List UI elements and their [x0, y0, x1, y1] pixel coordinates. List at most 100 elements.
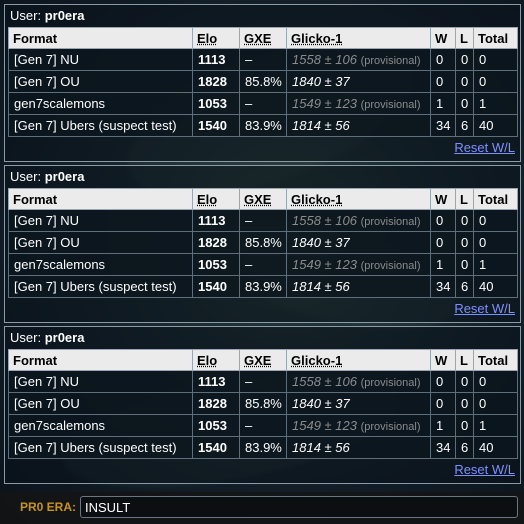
elo-cell: 1828 — [192, 70, 240, 93]
table-header-row: Format Elo GXE Glicko-1 W L Total — [8, 27, 518, 49]
glicko-cell: 1549 ± 123 (provisional) — [286, 92, 431, 115]
elo-cell: 1828 — [192, 392, 240, 415]
losses-cell: 0 — [455, 370, 474, 393]
gxe-cell: – — [239, 92, 287, 115]
gxe-cell: – — [239, 48, 287, 71]
total-cell: 0 — [473, 231, 518, 254]
table-row: [Gen 7] NU 1113 – 1558 ± 106 (provisiona… — [8, 370, 518, 393]
provisional-note: (provisional) — [360, 55, 421, 67]
column-header-elo[interactable]: Elo — [192, 27, 240, 49]
format-cell: [Gen 7] Ubers (suspect test) — [8, 275, 193, 298]
total-cell: 1 — [473, 253, 518, 276]
gxe-cell: 83.9% — [239, 114, 287, 137]
gxe-cell: – — [239, 370, 287, 393]
format-cell: [Gen 7] NU — [8, 48, 193, 71]
format-cell: [Gen 7] NU — [8, 370, 193, 393]
column-header-glicko[interactable]: Glicko-1 — [286, 349, 431, 371]
reset-row: Reset W/L — [5, 137, 520, 158]
provisional-note: (provisional) — [360, 216, 421, 228]
table-row: [Gen 7] Ubers (suspect test) 1540 83.9% … — [8, 114, 518, 137]
wins-cell: 34 — [430, 275, 456, 298]
total-cell: 40 — [473, 275, 518, 298]
wins-cell: 0 — [430, 231, 456, 254]
column-header-gxe[interactable]: GXE — [239, 349, 287, 371]
provisional-note: (provisional) — [360, 421, 421, 433]
format-cell: [Gen 7] OU — [8, 392, 193, 415]
user-label: User: — [10, 169, 42, 184]
user-label: User: — [10, 330, 42, 345]
gxe-cell: 85.8% — [239, 231, 287, 254]
glicko-cell: 1558 ± 106 (provisional) — [286, 48, 431, 71]
glicko-cell: 1558 ± 106 (provisional) — [286, 209, 431, 232]
format-cell: [Gen 7] NU — [8, 209, 193, 232]
wins-cell: 1 — [430, 253, 456, 276]
format-cell: gen7scalemons — [8, 92, 193, 115]
column-header-total: Total — [473, 27, 518, 49]
total-cell: 0 — [473, 209, 518, 232]
column-header-glicko[interactable]: Glicko-1 — [286, 27, 431, 49]
provisional-note: (provisional) — [360, 377, 421, 389]
column-header-gxe[interactable]: GXE — [239, 27, 287, 49]
losses-cell: 0 — [455, 231, 474, 254]
username: pr0era — [44, 330, 85, 345]
format-cell: [Gen 7] OU — [8, 70, 193, 93]
column-header-gxe[interactable]: GXE — [239, 188, 287, 210]
format-cell: gen7scalemons — [8, 253, 193, 276]
table-header-row: Format Elo GXE Glicko-1 W L Total — [8, 188, 518, 210]
format-cell: [Gen 7] OU — [8, 231, 193, 254]
username: pr0era — [44, 169, 85, 184]
format-cell: [Gen 7] Ubers (suspect test) — [8, 114, 193, 137]
ladder-table: Format Elo GXE Glicko-1 W L Total [Gen 7… — [8, 27, 518, 137]
elo-cell: 1540 — [192, 275, 240, 298]
wins-cell: 0 — [430, 392, 456, 415]
wins-cell: 0 — [430, 370, 456, 393]
ladder-table: Format Elo GXE Glicko-1 W L Total [Gen 7… — [8, 349, 518, 459]
total-cell: 0 — [473, 48, 518, 71]
reset-wl-link[interactable]: Reset W/L — [454, 140, 515, 155]
losses-cell: 6 — [455, 114, 474, 137]
wins-cell: 1 — [430, 92, 456, 115]
glicko-cell: 1814 ± 56 — [286, 275, 431, 298]
wins-cell: 1 — [430, 414, 456, 437]
glicko-cell: 1558 ± 106 (provisional) — [286, 370, 431, 393]
gxe-cell: 83.9% — [239, 436, 287, 459]
elo-cell: 1053 — [192, 414, 240, 437]
losses-cell: 0 — [455, 253, 474, 276]
glicko-cell: 1840 ± 37 — [286, 70, 431, 93]
table-row: gen7scalemons 1053 – 1549 ± 123 (provisi… — [8, 414, 518, 437]
wins-cell: 0 — [430, 209, 456, 232]
gxe-cell: – — [239, 253, 287, 276]
total-cell: 40 — [473, 436, 518, 459]
reset-row: Reset W/L — [5, 298, 520, 319]
elo-cell: 1113 — [192, 370, 240, 393]
elo-cell: 1053 — [192, 253, 240, 276]
column-header-elo[interactable]: Elo — [192, 349, 240, 371]
gxe-cell: 85.8% — [239, 70, 287, 93]
elo-cell: 1113 — [192, 48, 240, 71]
table-row: [Gen 7] NU 1113 – 1558 ± 106 (provisiona… — [8, 209, 518, 232]
reset-wl-link[interactable]: Reset W/L — [454, 301, 515, 316]
column-header-format: Format — [8, 27, 193, 49]
total-cell: 0 — [473, 392, 518, 415]
user-line: User: pr0era — [5, 166, 520, 188]
total-cell: 1 — [473, 92, 518, 115]
losses-cell: 0 — [455, 48, 474, 71]
gxe-cell: – — [239, 209, 287, 232]
column-header-total: Total — [473, 188, 518, 210]
user-line: User: pr0era — [5, 327, 520, 349]
column-header-glicko[interactable]: Glicko-1 — [286, 188, 431, 210]
gxe-cell: – — [239, 414, 287, 437]
column-header-w: W — [430, 349, 456, 371]
column-header-format: Format — [8, 349, 193, 371]
column-header-elo[interactable]: Elo — [192, 188, 240, 210]
reset-wl-link[interactable]: Reset W/L — [454, 462, 515, 477]
glicko-cell: 1549 ± 123 (provisional) — [286, 253, 431, 276]
column-header-w: W — [430, 27, 456, 49]
table-header-row: Format Elo GXE Glicko-1 W L Total — [8, 349, 518, 371]
table-row: [Gen 7] Ubers (suspect test) 1540 83.9% … — [8, 436, 518, 459]
chat-bar: PR0 ERA: — [0, 492, 524, 524]
chat-input[interactable] — [80, 496, 518, 518]
gxe-cell: 85.8% — [239, 392, 287, 415]
glicko-cell: 1840 ± 37 — [286, 392, 431, 415]
total-cell: 40 — [473, 114, 518, 137]
